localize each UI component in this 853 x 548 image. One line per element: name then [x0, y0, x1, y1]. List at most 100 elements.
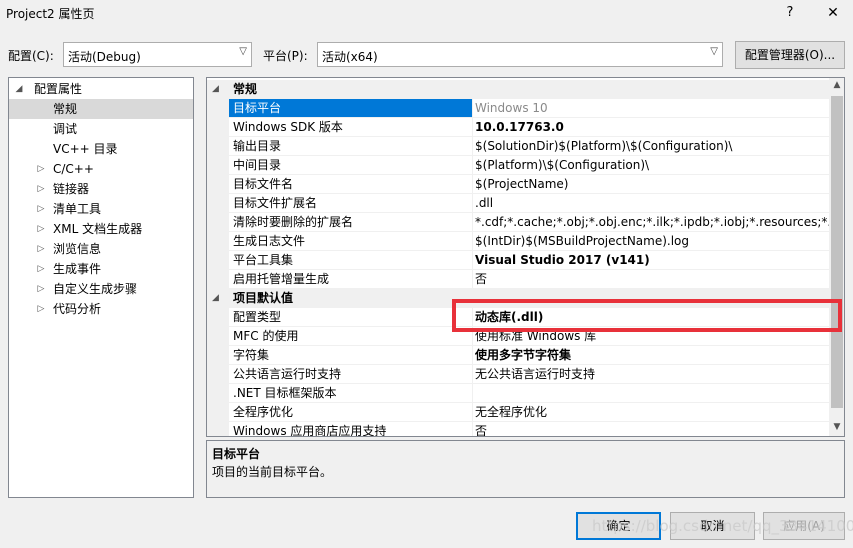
property-row[interactable]: 中间目录 $(Platform)\$(Configuration)\	[207, 156, 829, 175]
property-value[interactable]: $(SolutionDir)$(Platform)\$(Configuratio…	[473, 137, 829, 156]
tree-item-general[interactable]: 常规	[9, 99, 193, 119]
config-dropdown[interactable]: 活动(Debug) ▽	[63, 42, 252, 67]
tree-item-code-analysis[interactable]: ▷ 代码分析	[9, 299, 193, 319]
property-row[interactable]: Windows SDK 版本 10.0.17763.0	[207, 118, 829, 137]
tree-item-label: C/C++	[53, 162, 94, 176]
platform-dropdown[interactable]: 活动(x64) ▽	[317, 42, 723, 67]
property-value[interactable]: $(Platform)\$(Configuration)\	[473, 156, 829, 175]
tree-item-label: 调试	[53, 122, 78, 136]
description-title: 目标平台	[212, 447, 261, 461]
vertical-scrollbar[interactable]: ▲ ▼	[829, 78, 844, 436]
property-name: 输出目录	[229, 137, 473, 156]
property-name: 平台工具集	[229, 251, 473, 270]
property-row[interactable]: 启用托管增量生成 否	[207, 270, 829, 289]
collapse-icon[interactable]: ◢	[212, 80, 219, 99]
window-title: Project2 属性页	[6, 7, 95, 21]
scroll-down-icon[interactable]: ▼	[829, 422, 844, 432]
property-row[interactable]: 全程序优化 无全程序优化	[207, 403, 829, 422]
category-label: 项目默认值	[233, 291, 294, 305]
scroll-up-icon[interactable]: ▲	[829, 80, 844, 90]
property-value[interactable]: $(ProjectName)	[473, 175, 829, 194]
tree-item-cpp[interactable]: ▷ C/C++	[9, 159, 193, 179]
property-row[interactable]: 目标文件名 $(ProjectName)	[207, 175, 829, 194]
platform-label: 平台(P):	[263, 49, 308, 63]
tree-item-xml-doc-generator[interactable]: ▷ XML 文档生成器	[9, 219, 193, 239]
property-value[interactable]: 无公共语言运行时支持	[473, 365, 829, 384]
property-name: Windows 应用商店应用支持	[229, 422, 473, 436]
property-value[interactable]: 否	[473, 422, 829, 436]
tree-item-label: 生成事件	[53, 262, 102, 276]
property-name: MFC 的使用	[229, 327, 473, 346]
platform-dropdown-value: 活动(x64)	[322, 50, 378, 64]
property-value[interactable]: Visual Studio 2017 (v141)	[473, 251, 829, 270]
tree-item-label: 自定义生成步骤	[53, 282, 138, 296]
collapse-icon[interactable]: ◢	[13, 79, 25, 99]
tree-item-label: VC++ 目录	[53, 142, 118, 156]
property-row[interactable]: 目标平台 Windows 10	[207, 99, 829, 118]
tree-item-vc-directories[interactable]: VC++ 目录	[9, 139, 193, 159]
expand-icon[interactable]: ▷	[35, 299, 47, 319]
property-name: 字符集	[229, 346, 473, 365]
property-name: 公共语言运行时支持	[229, 365, 473, 384]
config-manager-button[interactable]: 配置管理器(O)...	[735, 41, 845, 69]
property-row[interactable]: 输出目录 $(SolutionDir)$(Platform)\$(Configu…	[207, 137, 829, 156]
tree-item-manifest-tool[interactable]: ▷ 清单工具	[9, 199, 193, 219]
tree-item-label: 链接器	[53, 182, 90, 196]
tree-item-label: 清单工具	[53, 202, 102, 216]
property-row[interactable]: 字符集 使用多字节字符集	[207, 346, 829, 365]
expand-icon[interactable]: ▷	[35, 239, 47, 259]
category-general[interactable]: ◢ 常规	[207, 80, 829, 99]
description-panel: 目标平台 项目的当前目标平台。	[206, 440, 845, 498]
property-name: 目标平台	[229, 99, 473, 118]
property-row[interactable]: 平台工具集 Visual Studio 2017 (v141)	[207, 251, 829, 270]
property-row[interactable]: 目标文件扩展名 .dll	[207, 194, 829, 213]
property-name: 配置类型	[229, 308, 473, 327]
help-icon[interactable]: ?	[779, 2, 801, 24]
description-text: 项目的当前目标平台。	[212, 465, 333, 479]
expand-icon[interactable]: ▷	[35, 259, 47, 279]
property-name: 中间目录	[229, 156, 473, 175]
tree-item-custom-build-step[interactable]: ▷ 自定义生成步骤	[9, 279, 193, 299]
property-name: 目标文件扩展名	[229, 194, 473, 213]
collapse-icon[interactable]: ◢	[212, 289, 219, 308]
tree-item-config-properties[interactable]: ◢ 配置属性	[9, 79, 193, 99]
property-name: Windows SDK 版本	[229, 118, 473, 137]
property-row[interactable]: 生成日志文件 $(IntDir)$(MSBuildProjectName).lo…	[207, 232, 829, 251]
property-row[interactable]: 清除时要删除的扩展名 *.cdf;*.cache;*.obj;*.obj.enc…	[207, 213, 829, 232]
property-value[interactable]	[473, 384, 829, 403]
expand-icon[interactable]: ▷	[35, 179, 47, 199]
expand-icon[interactable]: ▷	[35, 279, 47, 299]
expand-icon[interactable]: ▷	[35, 219, 47, 239]
tree-item-label: 代码分析	[53, 302, 102, 316]
close-icon[interactable]: ✕	[820, 2, 846, 24]
expand-icon[interactable]: ▷	[35, 159, 47, 179]
tree-item-build-events[interactable]: ▷ 生成事件	[9, 259, 193, 279]
tree-item-linker[interactable]: ▷ 链接器	[9, 179, 193, 199]
property-name: 生成日志文件	[229, 232, 473, 251]
property-value[interactable]: 无全程序优化	[473, 403, 829, 422]
property-value[interactable]: 使用多字节字符集	[473, 346, 829, 365]
property-name: .NET 目标框架版本	[229, 384, 473, 403]
property-value[interactable]: *.cdf;*.cache;*.obj;*.obj.enc;*.ilk;*.ip…	[473, 213, 829, 232]
property-row[interactable]: .NET 目标框架版本	[207, 384, 829, 403]
tree-item-browse-info[interactable]: ▷ 浏览信息	[9, 239, 193, 259]
property-value[interactable]: Windows 10	[473, 99, 829, 118]
property-row[interactable]: 公共语言运行时支持 无公共语言运行时支持	[207, 365, 829, 384]
category-label: 常规	[233, 82, 258, 96]
expand-icon[interactable]: ▷	[35, 199, 47, 219]
tree-item-label: 常规	[53, 102, 78, 116]
config-label: 配置(C):	[8, 49, 54, 63]
tree-item-debugging[interactable]: 调试	[9, 119, 193, 139]
property-value[interactable]: $(IntDir)$(MSBuildProjectName).log	[473, 232, 829, 251]
tree-item-label: 浏览信息	[53, 242, 102, 256]
property-value[interactable]: .dll	[473, 194, 829, 213]
property-grid: ◢ 常规 目标平台 Windows 10 Windows SDK 版本 10.0…	[206, 77, 845, 437]
scroll-thumb[interactable]	[831, 96, 843, 408]
annotation-highlight-box	[452, 299, 842, 332]
property-value[interactable]: 否	[473, 270, 829, 289]
tree-item-label: XML 文档生成器	[53, 222, 143, 236]
property-row[interactable]: Windows 应用商店应用支持 否	[207, 422, 829, 436]
property-name: 清除时要删除的扩展名	[229, 213, 473, 232]
tree-item-label: 配置属性	[34, 82, 83, 96]
property-value[interactable]: 10.0.17763.0	[473, 118, 829, 137]
